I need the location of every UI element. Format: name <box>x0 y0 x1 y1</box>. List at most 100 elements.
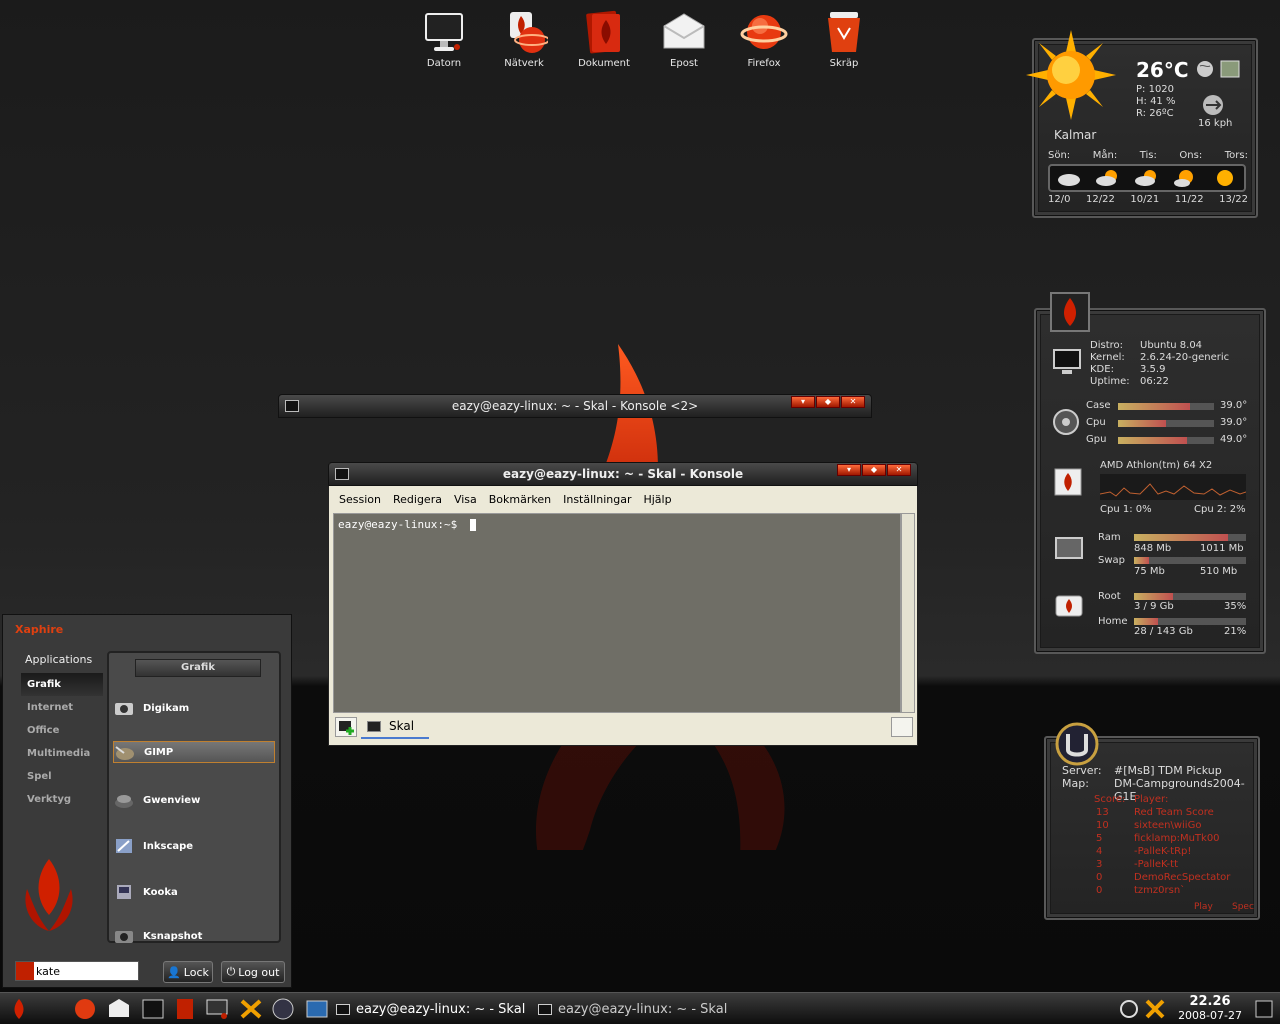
terminal-icon <box>367 720 381 732</box>
app-list[interactable]: Grafik Digikam GIMP Gwenview Inkscape Ko… <box>107 651 281 943</box>
quicklaunch-mail[interactable] <box>106 997 132 1021</box>
close-button[interactable]: ✕ <box>887 464 911 476</box>
category-office[interactable]: Office <box>21 719 103 742</box>
menu-visa[interactable]: Visa <box>448 493 483 506</box>
home-used: 28 / 143 Gb <box>1134 626 1193 637</box>
tab-skal[interactable]: Skal <box>361 715 429 739</box>
forecast-strip <box>1048 164 1246 192</box>
lock-button[interactable]: 👤 Lock <box>163 961 213 983</box>
desktop-icon-label: Epost <box>670 58 698 69</box>
new-tab-button[interactable] <box>335 717 357 737</box>
distro-label: Distro: <box>1090 340 1123 351</box>
menu-hjalp[interactable]: Hjälp <box>637 493 677 506</box>
logout-button[interactable]: ⏻ Log out <box>221 961 285 983</box>
tray-network[interactable] <box>1118 997 1140 1021</box>
map-thumbnail-icon[interactable] <box>1220 60 1240 78</box>
hard-drive-icon <box>1055 595 1083 617</box>
desktop-icon-dokument[interactable]: Dokument <box>564 8 644 69</box>
konsole2-titlebar[interactable]: eazy@eazy-linux: ~ - Skal - Konsole <2> … <box>278 394 872 418</box>
quicklaunch-unreal[interactable] <box>270 997 296 1021</box>
home-fill <box>1134 618 1158 625</box>
desktop-icon-skrap[interactable]: Skräp <box>804 8 884 69</box>
player-name: ficklamp:MuTk00 <box>1134 833 1220 844</box>
terminal-cursor <box>469 519 476 531</box>
new-session-icon <box>339 721 354 735</box>
quicklaunch-terminal[interactable] <box>140 997 166 1021</box>
quicklaunch-computer[interactable] <box>204 997 230 1021</box>
category-internet[interactable]: Internet <box>21 696 103 719</box>
app-gwenview[interactable]: Gwenview <box>113 789 275 811</box>
menu-installningar[interactable]: Inställningar <box>557 493 637 506</box>
close-button[interactable]: ✕ <box>841 396 865 408</box>
swap-label: Swap <box>1098 555 1126 566</box>
maximize-button[interactable]: ◆ <box>816 396 840 408</box>
tray-cnbot[interactable] <box>1144 997 1166 1021</box>
desktop-icon-label: Firefox <box>747 58 781 69</box>
forecast-temp: 12/0 <box>1048 194 1071 205</box>
spec-link[interactable]: Spec <box>1232 902 1254 912</box>
minimize-button[interactable]: ▾ <box>791 396 815 408</box>
uptime-value: 06:22 <box>1140 376 1169 387</box>
quicklaunch-cnbot[interactable] <box>238 997 264 1021</box>
launcher-search[interactable] <box>15 961 139 981</box>
quicklaunch-desktop[interactable] <box>304 997 330 1021</box>
kmenu-button[interactable] <box>6 997 36 1021</box>
sun-small-icon <box>1216 170 1233 186</box>
clock[interactable]: 22.26 2008-07-27 <box>1178 994 1242 1022</box>
maximize-button[interactable]: ◆ <box>862 464 886 476</box>
document-icon <box>586 10 620 54</box>
tray-terminal[interactable] <box>1254 997 1274 1021</box>
desktop-icon-epost[interactable]: Epost <box>644 8 724 69</box>
globe-icon[interactable] <box>1196 60 1214 78</box>
terminal-area[interactable]: eazy@eazy-linux:~$ <box>333 513 901 713</box>
case-temp-bar <box>1118 403 1214 410</box>
player-header: Player: <box>1134 794 1169 805</box>
firefox-icon <box>75 999 95 1019</box>
player-name: Red Team Score <box>1134 807 1214 818</box>
app-kooka[interactable]: Kooka <box>113 881 275 903</box>
desktop-icon-label: Dokument <box>578 58 630 69</box>
menu-bokmarken[interactable]: Bokmärken <box>483 493 557 506</box>
app-inkscape[interactable]: Inkscape <box>113 835 275 857</box>
desktop-icon-natverk[interactable]: Nätverk <box>484 8 564 69</box>
konsole-titlebar[interactable]: eazy@eazy-linux: ~ - Skal - Konsole ▾ ◆ … <box>328 462 918 486</box>
lock-label: Lock <box>183 965 209 979</box>
category-grafik[interactable]: Grafik <box>21 673 103 696</box>
app-ksnapshot[interactable]: Ksnapshot <box>113 927 275 945</box>
close-tab-button[interactable] <box>891 717 913 737</box>
case-temp-label: Case <box>1086 400 1111 411</box>
uptime-label: Uptime: <box>1090 376 1130 387</box>
app-gimp[interactable]: GIMP <box>113 741 275 763</box>
forecast-days: Sön: Mån: Tis: Ons: Tors: <box>1048 150 1248 161</box>
unreal-icon <box>272 998 294 1020</box>
taskbar: eazy@eazy-linux: ~ - Skal eazy@eazy-linu… <box>0 992 1280 1024</box>
category-verktyg[interactable]: Verktyg <box>21 788 103 811</box>
minimize-button[interactable]: ▾ <box>837 464 861 476</box>
menu-redigera[interactable]: Redigera <box>387 493 448 506</box>
terminal-scrollbar[interactable] <box>901 513 915 713</box>
category-multimedia[interactable]: Multimedia <box>21 742 103 765</box>
case-temp-fill <box>1118 403 1190 410</box>
app-label: Ksnapshot <box>143 930 203 942</box>
wind-icon <box>1203 95 1223 115</box>
quicklaunch-documents[interactable] <box>172 997 198 1021</box>
menu-session[interactable]: Session <box>333 493 387 506</box>
camera-icon <box>115 703 133 715</box>
forecast-day: Tors: <box>1224 150 1248 161</box>
home-label: Home <box>1098 616 1128 627</box>
player-name: -PalleK-tt <box>1134 859 1178 870</box>
search-input[interactable] <box>36 963 132 979</box>
search-icon <box>16 962 34 980</box>
desktop-icon-firefox[interactable]: Firefox <box>724 8 804 69</box>
desktop-icon-label: Skräp <box>829 58 859 69</box>
app-digikam[interactable]: Digikam <box>113 697 275 719</box>
task-label: eazy@eazy-linux: ~ - Skal <box>558 1001 728 1017</box>
task-konsole-2[interactable]: eazy@eazy-linux: ~ - Skal <box>538 997 734 1021</box>
play-link[interactable]: Play <box>1194 902 1213 912</box>
quicklaunch-firefox[interactable] <box>72 997 98 1021</box>
weather-wind: 16 kph <box>1198 118 1233 129</box>
category-spel[interactable]: Spel <box>21 765 103 788</box>
monitor-icon <box>206 999 228 1019</box>
task-konsole-1[interactable]: eazy@eazy-linux: ~ - Skal <box>336 997 532 1021</box>
desktop-icon-datorn[interactable]: Datorn <box>404 8 484 69</box>
